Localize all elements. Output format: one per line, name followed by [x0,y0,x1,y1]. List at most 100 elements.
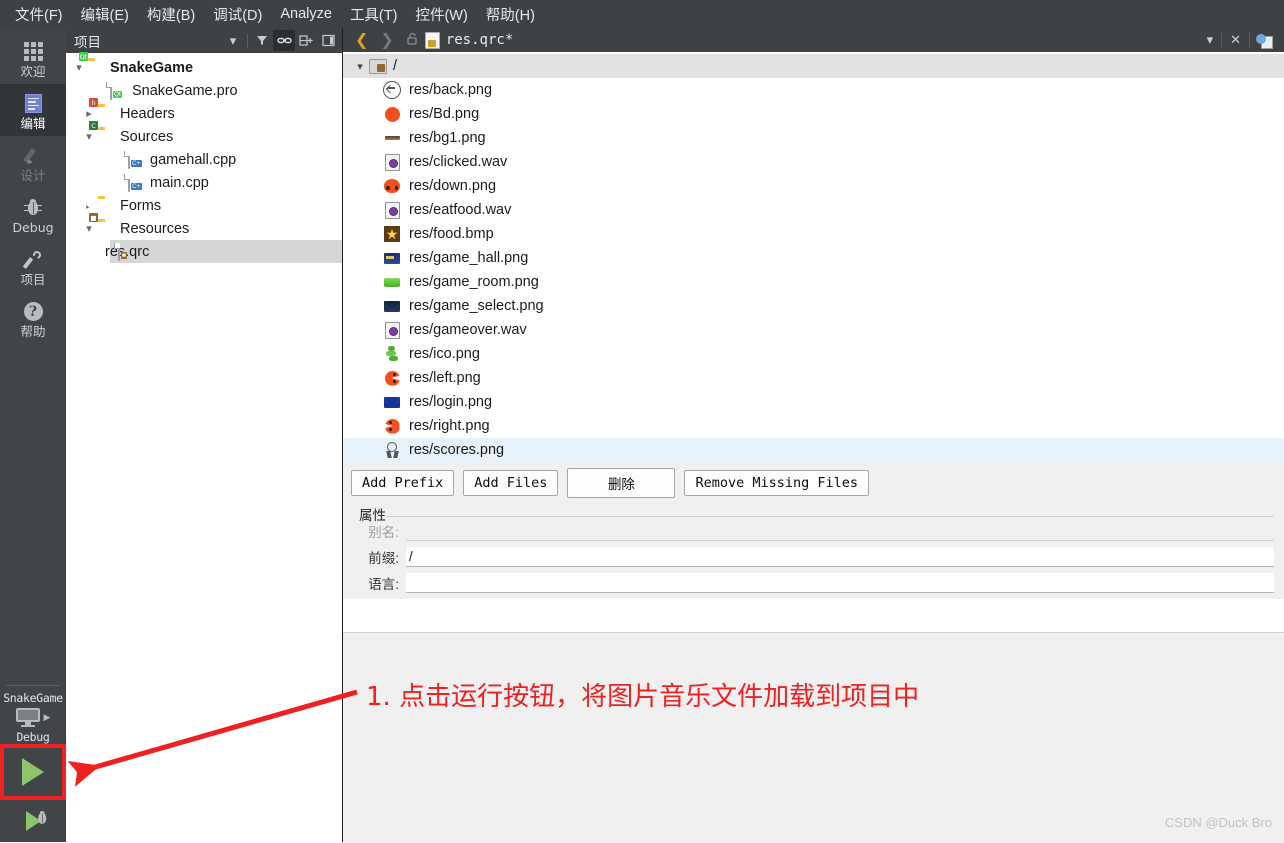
chevron-right-icon: ▶ [43,712,51,722]
mode-welcome[interactable]: 欢迎 [0,32,66,84]
chevron-down-icon[interactable]: ▾ [1199,32,1222,48]
pac-left-icon [383,369,401,387]
filter-icon[interactable] [251,30,273,51]
close-icon[interactable]: ✕ [1222,32,1249,48]
tree-item-gamehall-cpp[interactable]: C+ gamehall.cpp [66,148,343,171]
resource-label: res/eatfood.wav [409,202,512,218]
run-button[interactable] [0,744,66,800]
chevron-left-icon[interactable]: ❮ [349,30,374,50]
resource-label: res/game_hall.png [409,250,529,266]
debug-run-button[interactable] [0,800,66,842]
mode-edit[interactable]: 编辑 [0,84,66,136]
menu-analyze[interactable]: Analyze [271,3,341,25]
resource-label: res/right.png [409,418,490,434]
unlock-icon[interactable] [400,32,425,48]
language-field[interactable] [406,573,1274,593]
resource-row[interactable]: res/down.png [343,174,1284,198]
menu-build[interactable]: 构建(B) [138,1,204,28]
split-editor-icon[interactable] [1256,33,1273,49]
add-files-button[interactable]: Add Files [463,470,559,496]
menu-debug[interactable]: 调试(D) [204,1,271,28]
resource-row[interactable]: res/ico.png [343,342,1284,366]
tree-item-snakegame[interactable]: ▾ Qt SnakeGame [66,52,343,79]
resource-row[interactable]: res/eatfood.wav [343,198,1284,222]
resource-row[interactable]: res/bg1.png [343,126,1284,150]
resource-row-selected[interactable]: res/scores.png [343,438,1284,462]
back-arrow-circle-icon [383,81,401,99]
tree-item-headers[interactable]: ▸ h Headers [66,98,343,125]
link-icon[interactable] [273,30,295,51]
project-panel-header: 项目 ▾ [66,28,343,53]
tree-item-res-qrc[interactable]: ■ res.qrc [105,240,343,263]
resource-label: res/left.png [409,370,481,386]
resource-row[interactable]: res/back.png [343,78,1284,102]
chevron-right-icon[interactable]: ▸ [80,107,98,120]
menu-tools[interactable]: 工具(T) [341,1,407,28]
prefix-field[interactable] [406,547,1274,567]
hide-sidebar-icon[interactable] [317,30,339,51]
menu-file[interactable]: 文件(F) [6,1,72,28]
remove-missing-files-button[interactable]: Remove Missing Files [684,470,869,496]
remove-button[interactable]: 删除 [567,468,676,498]
tree-item-main-cpp[interactable]: C+ main.cpp [66,171,343,194]
resource-row[interactable]: res/gameover.wav [343,318,1284,342]
editor-filename[interactable]: res.qrc* [446,32,513,48]
resource-row[interactable]: res/right.png [343,414,1284,438]
resource-row[interactable]: res/left.png [343,366,1284,390]
tree-item-snakegame-pro[interactable]: Qt SnakeGame.pro [66,79,343,102]
resource-row[interactable]: res/clicked.wav [343,150,1284,174]
dark-thumb-icon [383,297,401,315]
menu-edit[interactable]: 编辑(E) [72,1,138,28]
collapse-all-icon[interactable] [295,30,317,51]
chevron-down-icon[interactable]: ▾ [222,30,244,51]
wav-file-icon [383,201,401,219]
resource-row[interactable]: res/game_room.png [343,270,1284,294]
kit-target-selector[interactable]: ▶ Debug [0,705,66,744]
tree-item-resources[interactable]: ▾ ■ Resources [66,213,343,240]
mode-edit-label: 编辑 [20,115,46,131]
mode-selector-bar: 欢迎 编辑 设计 Debug 项目 ? 帮助 SnakeGame ▶ Debug [0,28,66,842]
kit-project-name: SnakeGame [3,691,63,705]
menu-help[interactable]: 帮助(H) [477,1,544,28]
wrench-icon [22,249,43,271]
mode-design-label: 设计 [20,167,46,183]
tree-item-sources[interactable]: ▾ C Sources [66,121,343,148]
resource-file-list: ▾ / res/back.png res/Bd.png res/bg1.png [343,52,1284,462]
resource-label: res/Bd.png [409,106,480,122]
tree-label: Headers [120,105,175,122]
folder-sources-icon: C [89,121,115,144]
chevron-right-icon[interactable]: ❯ [374,30,399,50]
mode-debug[interactable]: Debug [0,188,66,240]
resource-row[interactable]: res/login.png [343,390,1284,414]
chevron-down-icon[interactable]: ▾ [80,222,98,235]
tree-item-forms[interactable]: ▸ Forms [66,194,343,217]
blue-thumb-icon [383,393,401,411]
mode-projects[interactable]: 项目 [0,240,66,292]
wav-file-icon [383,153,401,171]
mode-design[interactable]: 设计 [0,136,66,188]
resource-row[interactable]: res/game_select.png [343,294,1284,318]
chevron-down-icon[interactable]: ▾ [80,130,98,143]
chevron-down-icon[interactable]: ▾ [70,61,88,74]
alias-field[interactable] [406,521,1274,541]
qrc-file-icon [424,31,440,49]
orange-head-down-icon [383,177,401,195]
pencil-icon [23,145,43,167]
add-prefix-button[interactable]: Add Prefix [351,470,455,496]
resource-label: res/login.png [409,394,493,410]
resource-row[interactable]: res/game_hall.png [343,246,1284,270]
chevron-down-icon[interactable]: ▾ [351,60,369,73]
green-thumb-icon [383,273,401,291]
file-qt-icon: Qt [106,82,127,100]
mode-help[interactable]: ? 帮助 [0,292,66,344]
resource-root-row[interactable]: ▾ / [343,54,1284,78]
project-panel-title: 项目 [74,34,101,50]
qrc-folder-icon [369,57,387,75]
alias-label: 别名: [368,525,399,540]
menu-window[interactable]: 控件(W) [406,1,476,28]
resource-label: res/game_select.png [409,298,544,314]
menu-bar: 文件(F) 编辑(E) 构建(B) 调试(D) Analyze 工具(T) 控件… [0,0,1284,28]
orange-circle-icon [383,105,401,123]
resource-row[interactable]: ★ res/food.bmp [343,222,1284,246]
resource-row[interactable]: res/Bd.png [343,102,1284,126]
